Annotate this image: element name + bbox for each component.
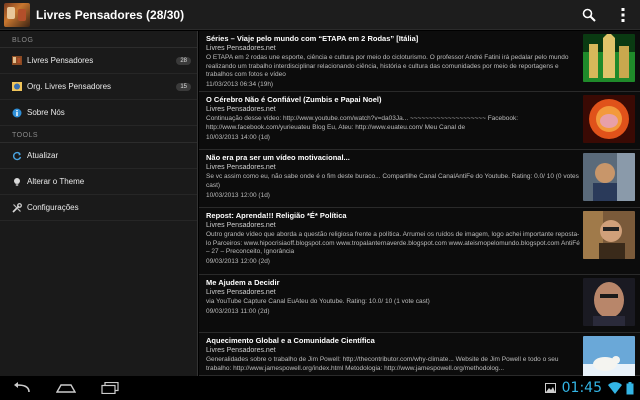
article-description: Continuação desse vídeo: http://www.yout… bbox=[206, 115, 519, 131]
app-title: Livres Pensadores (28/30) bbox=[36, 7, 185, 22]
article-date: 09/03/2013 11:00 (2d) bbox=[206, 308, 270, 315]
article-thumbnail bbox=[583, 211, 635, 259]
sidebar: BLOG Livres Pensadores 28 Org. Livres Pe… bbox=[0, 31, 198, 376]
sidebar-item-label: Livres Pensadores bbox=[27, 56, 94, 65]
article-date: 11/03/2013 06:34 (19h) bbox=[206, 81, 274, 88]
search-button[interactable] bbox=[572, 0, 606, 30]
list-item[interactable]: Me Ajudem a Decidir Livres Pensadores.ne… bbox=[199, 275, 640, 333]
clock: 01:45 bbox=[561, 380, 602, 396]
sidebar-item-sobre-nos[interactable]: Sobre Nós bbox=[0, 100, 197, 126]
article-title: Me Ajudem a Decidir bbox=[206, 278, 280, 287]
overflow-menu-icon bbox=[621, 7, 625, 22]
sidebar-item-atualizar[interactable]: Atualizar bbox=[0, 143, 197, 169]
list-item[interactable]: Aquecimento Global e a Comunidade Cientí… bbox=[199, 333, 640, 376]
wifi-icon bbox=[608, 382, 622, 394]
article-date: 10/03/2013 12:00 (1d) bbox=[206, 192, 270, 199]
article-title: Não era pra ser um vídeo motivacional... bbox=[206, 153, 350, 162]
article-thumbnail bbox=[583, 95, 635, 143]
sidebar-item-label: Sobre Nós bbox=[27, 108, 65, 117]
article-source: Livres Pensadores.net bbox=[206, 347, 276, 354]
article-source: Livres Pensadores.net bbox=[206, 164, 276, 171]
article-thumbnail bbox=[583, 278, 635, 326]
back-icon bbox=[14, 382, 30, 393]
article-thumbnail bbox=[583, 153, 635, 201]
sidebar-item-configuracoes[interactable]: Configurações bbox=[0, 195, 197, 221]
article-thumbnail bbox=[583, 34, 635, 82]
sidebar-item-label: Atualizar bbox=[27, 151, 59, 160]
article-thumbnail bbox=[583, 336, 635, 376]
recent-apps-button[interactable] bbox=[88, 376, 132, 400]
article-description: via YouTube Capture Canal EuAteu do Yout… bbox=[206, 298, 430, 305]
blog-section-header: BLOG bbox=[0, 34, 197, 48]
recent-apps-icon bbox=[101, 382, 119, 394]
tools-section-header: TOOLS bbox=[0, 129, 197, 143]
article-title: O Cérebro Não é Confiável (Zumbis e Papa… bbox=[206, 95, 382, 104]
list-item[interactable]: Séries – Viaje pelo mundo com “ETAPA em … bbox=[199, 31, 640, 92]
search-icon bbox=[582, 8, 596, 22]
sidebar-item-label: Alterar o Theme bbox=[27, 177, 85, 186]
article-date: 10/03/2013 14:00 (1d) bbox=[206, 134, 270, 141]
info-icon bbox=[12, 108, 22, 118]
sidebar-item-livres-pensadores[interactable]: Livres Pensadores 28 bbox=[0, 48, 197, 74]
article-title: Repost: Aprenda!!! Religião *É* Política bbox=[206, 211, 347, 220]
back-button[interactable] bbox=[0, 376, 44, 400]
list-item[interactable]: Repost: Aprenda!!! Religião *É* Política… bbox=[199, 208, 640, 275]
bulb-icon bbox=[12, 177, 22, 187]
article-description: Outro grande vídeo que aborda a questão … bbox=[206, 231, 580, 255]
sidebar-item-label: Org. Livres Pensadores bbox=[27, 82, 112, 91]
battery-icon bbox=[626, 381, 634, 394]
status-area[interactable]: 01:45 bbox=[544, 380, 640, 396]
article-source: Livres Pensadores.net bbox=[206, 45, 276, 52]
article-title: Séries – Viaje pelo mundo com “ETAPA em … bbox=[206, 34, 419, 43]
article-title: Aquecimento Global e a Comunidade Cientí… bbox=[206, 336, 375, 345]
unread-count-badge: 28 bbox=[176, 56, 191, 65]
article-description: Generalidades sobre o trabalho de Jim Po… bbox=[206, 356, 559, 372]
article-source: Livres Pensadores.net bbox=[206, 289, 276, 296]
sidebar-item-alterar-theme[interactable]: Alterar o Theme bbox=[0, 169, 197, 195]
blog-thumb-icon bbox=[12, 56, 22, 66]
action-bar: Livres Pensadores (28/30) bbox=[0, 0, 640, 30]
gallery-notification-icon bbox=[544, 383, 556, 393]
overflow-menu-button[interactable] bbox=[606, 0, 640, 30]
unread-count-badge: 15 bbox=[176, 82, 191, 91]
app-logo-icon[interactable] bbox=[4, 2, 30, 27]
system-bar: 01:45 bbox=[0, 376, 640, 400]
article-list: Séries – Viaje pelo mundo com “ETAPA em … bbox=[199, 31, 640, 376]
home-button[interactable] bbox=[44, 376, 88, 400]
home-icon bbox=[56, 384, 76, 393]
article-source: Livres Pensadores.net bbox=[206, 106, 276, 113]
list-item[interactable]: Não era pra ser um vídeo motivacional...… bbox=[199, 150, 640, 208]
org-thumb-icon bbox=[12, 82, 22, 92]
article-description: O ETAPA em 2 rodas une esporte, ciência … bbox=[206, 54, 569, 78]
article-date: 09/03/2013 12:00 (2d) bbox=[206, 258, 270, 265]
refresh-icon bbox=[12, 151, 22, 161]
sidebar-item-label: Configurações bbox=[27, 203, 79, 212]
article-source: Livres Pensadores.net bbox=[206, 222, 276, 229]
sidebar-item-org-livres-pensadores[interactable]: Org. Livres Pensadores 15 bbox=[0, 74, 197, 100]
settings-icon bbox=[12, 202, 22, 213]
list-item[interactable]: O Cérebro Não é Confiável (Zumbis e Papa… bbox=[199, 92, 640, 150]
article-description: Se vc assim como eu, não sabe onde é o f… bbox=[206, 173, 579, 189]
